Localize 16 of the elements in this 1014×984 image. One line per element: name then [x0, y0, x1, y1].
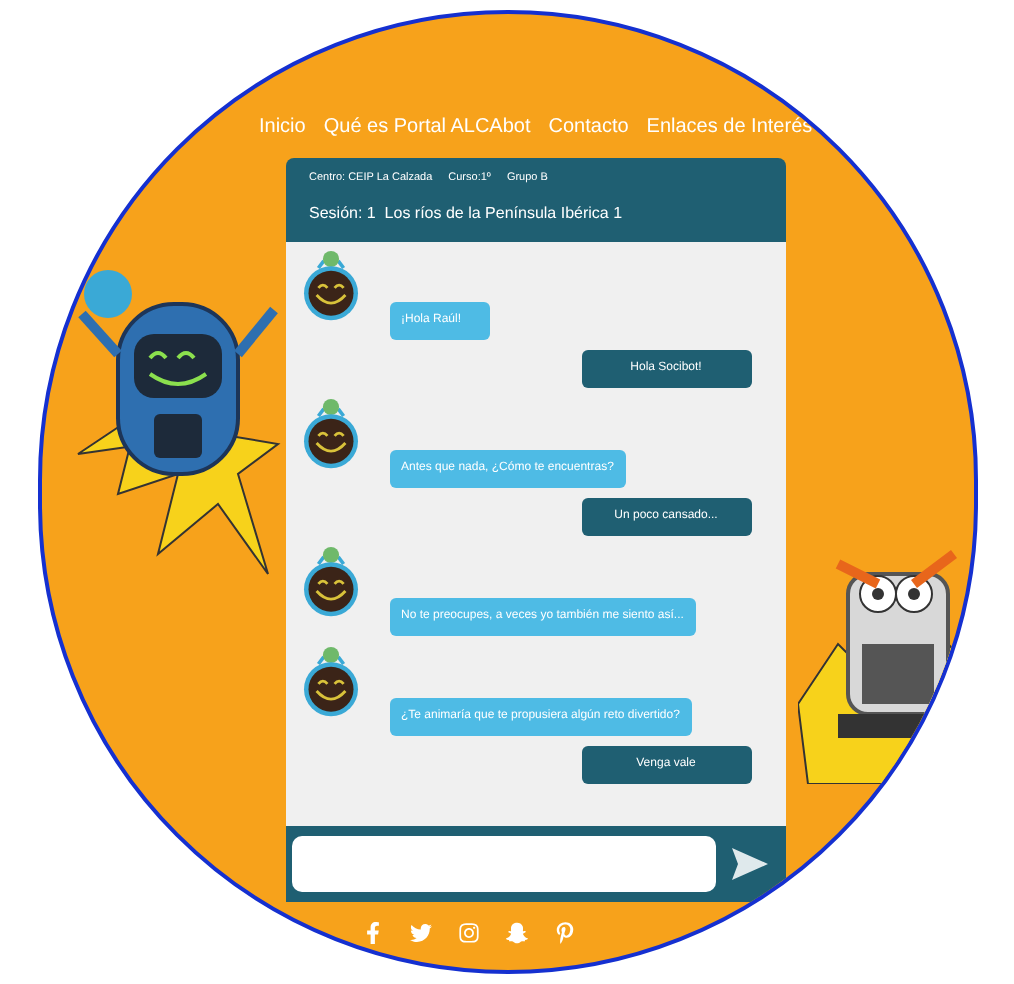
nav-link[interactable]: Inicio: [259, 114, 306, 142]
message-input-field[interactable]: [291, 836, 715, 893]
send-icon[interactable]: [731, 848, 767, 881]
twitter-icon[interactable]: [409, 922, 431, 945]
facebook-icon[interactable]: [361, 922, 383, 945]
pinterest-icon[interactable]: [553, 922, 575, 945]
nav-link[interactable]: Enlaces de Interés: [646, 114, 813, 142]
robot-avatar-icon: [299, 398, 361, 471]
robot-avatar-icon: [299, 646, 361, 719]
snapchat-icon[interactable]: [505, 922, 527, 945]
nav-link[interactable]: Contacto: [548, 114, 629, 142]
instagram-icon[interactable]: [457, 922, 479, 945]
robot-avatar-icon: [299, 546, 361, 619]
nav-link[interactable]: Qué es Portal ALCAbot: [323, 114, 531, 142]
session-title: Sesión: 1 Los ríos de la Península Ibérica 1: [309, 202, 625, 227]
robot-avatar-icon: [299, 250, 361, 323]
